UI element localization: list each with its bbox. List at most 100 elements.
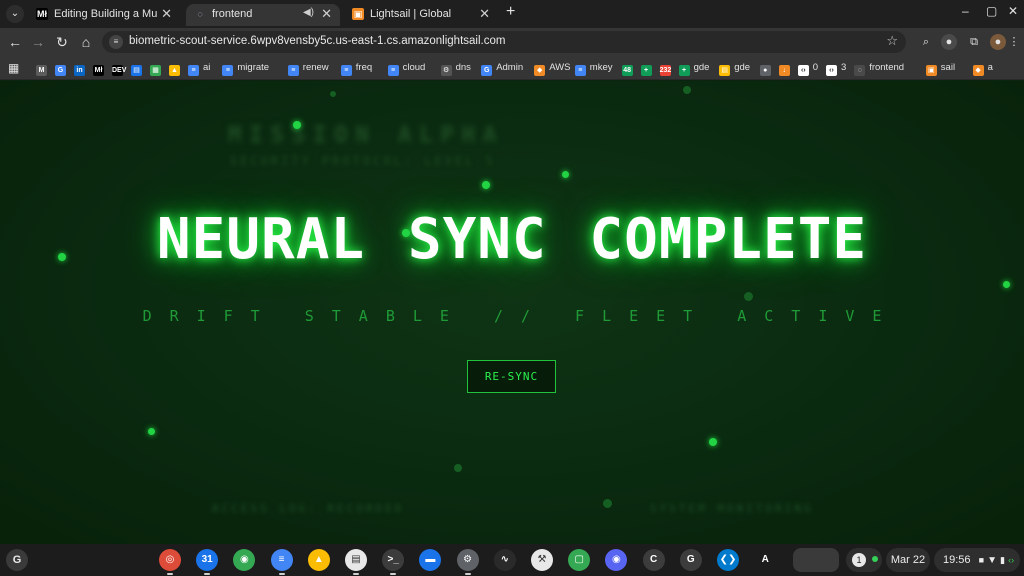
close-window-icon[interactable]: ✕ [1008, 4, 1018, 18]
settings-app-icon[interactable]: ⚙ [456, 549, 479, 571]
g-app-app-icon[interactable]: G [679, 549, 702, 571]
address-bar[interactable]: ≡ biometric-scout-service.6wpv8vensby5c.… [102, 31, 906, 53]
bookmark-item[interactable]: ▣ sail [925, 61, 955, 76]
ghost-footer-right: SYSTEM MONITORING [650, 502, 814, 515]
drive-app-icon[interactable]: ▲ [307, 549, 330, 571]
bookmark-item[interactable]: ▲ [169, 61, 184, 76]
bookmark-icon: ▤ [719, 65, 731, 76]
bookmark-icon: + [678, 65, 690, 76]
calendar-app-icon[interactable]: 31 [196, 549, 219, 571]
avatar[interactable]: ● [990, 34, 1006, 50]
bookmark-icon: ‹› [797, 65, 809, 76]
window-preview-icon[interactable] [793, 548, 839, 572]
bookmark-item[interactable]: 48 [621, 61, 637, 76]
bookmark-icon: ↓ [778, 65, 790, 76]
close-icon[interactable]: ✕ [161, 6, 172, 22]
bookmark-item[interactable]: Mł [93, 61, 108, 76]
tools-app-icon[interactable]: ⚒ [531, 549, 553, 571]
bookmark-item[interactable]: ≡ ai [188, 61, 210, 76]
back-icon[interactable]: ← [5, 32, 25, 52]
particle [562, 171, 569, 178]
bookmark-icon: ◌ [854, 65, 866, 76]
docs-app-icon[interactable]: ≡ [270, 549, 293, 571]
date-display[interactable]: Mar 22 [886, 548, 930, 572]
chat-app-icon[interactable]: ▢ [568, 549, 591, 571]
maps-app-icon[interactable]: ◉ [233, 549, 256, 571]
bookmark-icon: ⚙ [440, 65, 452, 76]
new-tab-button[interactable]: + [506, 3, 515, 21]
bookmark-item[interactable]: in [74, 61, 89, 76]
bookmark-item[interactable]: ≡ freq [340, 61, 372, 76]
ghost-title: MISSION ALPHA [228, 123, 505, 148]
bookmark-item[interactable]: M [36, 61, 51, 76]
bookmark-icon: in [74, 65, 85, 76]
bookmark-item[interactable]: ⚙ dns [440, 61, 471, 76]
bookmark-item[interactable]: + [640, 61, 656, 76]
bookmark-icon: ≡ [188, 65, 199, 76]
bookmark-item[interactable]: DEV [112, 61, 127, 76]
extension-icon[interactable]: ● [941, 34, 957, 50]
bookmark-item[interactable]: G Admin [481, 61, 523, 76]
close-icon[interactable]: ✕ [479, 6, 490, 22]
reload-icon[interactable]: ↻ [52, 32, 72, 52]
slides-app-icon[interactable]: ▤ [345, 549, 367, 571]
tab-title: frontend [212, 8, 253, 20]
tab-lightsail[interactable]: ▣ Lightsail | Global ✕ [344, 4, 498, 26]
terminal-app-icon[interactable]: >_ [382, 549, 405, 571]
launcher-button[interactable]: G [6, 549, 28, 571]
bookmark-item[interactable]: ◌ frontend [854, 61, 904, 76]
bookmark-label: cloud [402, 62, 426, 73]
tab-frontend[interactable]: ◌ frontend ◀) ✕ [186, 4, 340, 26]
menu-icon[interactable]: ⋮ [1008, 34, 1020, 50]
particle [330, 91, 336, 97]
bookmark-item[interactable]: ‹› 0 [797, 61, 819, 76]
tab-editing[interactable]: Mł Editing Building a Multimodal L ✕ [28, 4, 180, 26]
bookmark-item[interactable]: ▤ gde [719, 61, 750, 76]
os-shelf: G ◎ 31 ◉ ≡ ▲ ▤ >_ ▬ ⚙ ∿ ⚒ ▢ ◉ C G ❮❯ A 1 Mar 22 19:56 ■ … [0, 544, 1024, 576]
bookmark-item[interactable]: ≡ renew [287, 61, 329, 76]
discord-app-icon[interactable]: ◉ [605, 549, 628, 571]
bookmark-item[interactable]: ≡ migrate [222, 61, 269, 76]
bookmark-item[interactable]: ‹› 3 [826, 61, 846, 76]
bookmark-item[interactable]: ◆ a [972, 61, 993, 76]
status-dot-icon [872, 556, 879, 562]
puzzle-icon[interactable]: ⧉ [966, 34, 982, 50]
bookmark-item[interactable]: ● [759, 61, 775, 76]
code-icon: ‹› [1008, 555, 1015, 565]
bookmark-star-icon[interactable]: ☆ [886, 33, 898, 49]
bookmark-item[interactable]: ≡ mkey [574, 61, 613, 76]
bookmark-item[interactable]: G [55, 61, 70, 76]
a-app-app-icon[interactable]: A [754, 549, 777, 571]
home-icon[interactable]: ⌂ [76, 32, 96, 52]
activity-app-icon[interactable]: ∿ [493, 549, 516, 571]
bookmark-item[interactable]: ≡ cloud [387, 61, 426, 76]
bookmark-item[interactable]: ↓ [778, 61, 794, 76]
forward-icon[interactable]: → [28, 32, 48, 52]
url-text[interactable]: biometric-scout-service.6wpv8vensby5c.us… [129, 35, 505, 47]
bookmark-item[interactable]: 232 [659, 61, 675, 76]
resync-button[interactable]: RE-SYNC [467, 360, 556, 393]
bookmark-icon: ≡ [222, 65, 234, 76]
maximize-icon[interactable]: ▢ [986, 4, 997, 18]
bookmark-label: 0 [812, 62, 819, 73]
vscode-app-icon[interactable]: ❮❯ [717, 549, 739, 571]
chrome-app-icon[interactable]: ◎ [159, 549, 181, 571]
files-app-icon[interactable]: ▬ [419, 549, 442, 571]
tab-search-icon[interactable]: ⌄ [6, 5, 24, 23]
apps-grid-icon[interactable]: ▦ [8, 61, 19, 75]
minimize-icon[interactable]: – [962, 4, 969, 18]
bookmark-item[interactable]: ▦ [150, 61, 165, 76]
c-app-app-icon[interactable]: C [642, 549, 665, 571]
search-icon[interactable]: ⌕ [918, 34, 934, 50]
bookmark-item[interactable]: ◆ AWS [534, 61, 570, 76]
close-icon[interactable]: ✕ [321, 6, 332, 22]
notification-tray[interactable]: 1 [846, 548, 882, 572]
bookmark-item[interactable]: ▤ [131, 61, 146, 76]
running-indicator [278, 573, 285, 575]
site-info-icon[interactable]: ≡ [109, 35, 123, 49]
particle [402, 229, 410, 237]
privacy-icon: ■ [978, 555, 985, 565]
speaker-icon[interactable]: ◀) [303, 7, 314, 18]
bookmark-item[interactable]: + gde [678, 61, 709, 76]
status-tray[interactable]: 19:56 ■ ▼ ▮ ‹› [934, 548, 1020, 572]
